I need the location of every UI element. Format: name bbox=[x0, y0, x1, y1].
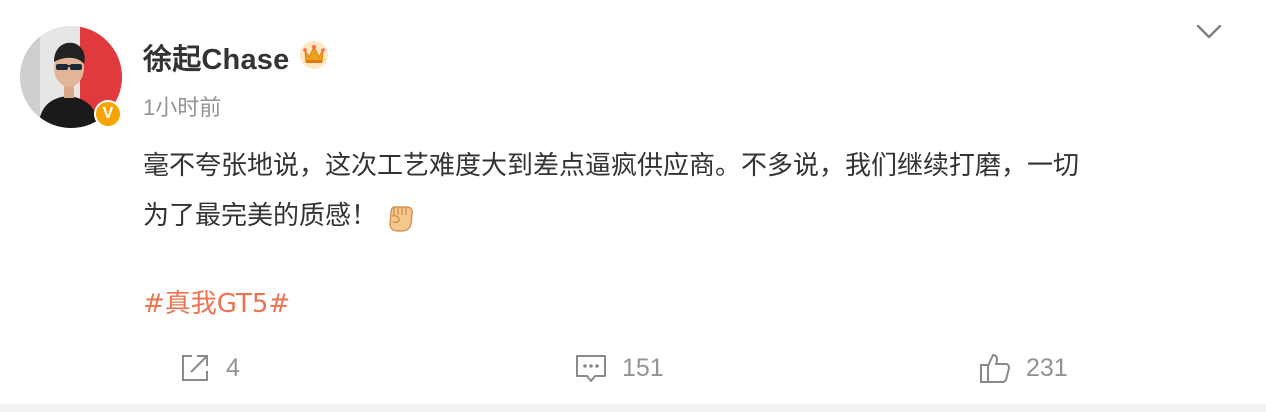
comment-icon bbox=[576, 355, 606, 382]
post-text-line: 毫不夸张地说，这次工艺难度大到差点逼疯供应商。不多说，我们继续打磨，一切 bbox=[143, 151, 1080, 181]
chevron-down-icon[interactable] bbox=[1194, 20, 1224, 44]
repost-button[interactable]: 4 bbox=[178, 348, 240, 388]
comment-button[interactable]: 151 bbox=[574, 348, 664, 388]
post-text-line-content: 为了最完美的质感！ bbox=[143, 201, 378, 231]
comment-count: 151 bbox=[622, 353, 664, 382]
crown-icon[interactable] bbox=[298, 38, 330, 70]
verified-icon: V bbox=[94, 100, 122, 128]
post-text-line: 为了最完美的质感！ bbox=[143, 191, 1233, 241]
hashtag-link[interactable]: #真我GT5# bbox=[143, 283, 290, 320]
like-button[interactable]: 231 bbox=[978, 348, 1068, 388]
author-name[interactable]: 徐起Chase bbox=[143, 36, 289, 78]
verified-badge-mark: V bbox=[96, 102, 120, 126]
repost-icon bbox=[182, 355, 208, 381]
like-icon bbox=[980, 354, 1010, 383]
card-separator bbox=[0, 404, 1266, 412]
fist-emoji bbox=[389, 205, 413, 232]
weibo-post-card: V 徐起Chase 1小时前 毫不夸张地说，这次工艺难度大到差点逼疯供应商。不多… bbox=[0, 0, 1266, 412]
repost-count: 4 bbox=[226, 353, 240, 382]
like-count: 231 bbox=[1026, 353, 1068, 382]
post-text: 毫不夸张地说，这次工艺难度大到差点逼疯供应商。不多说，我们继续打磨，一切 为了最… bbox=[143, 141, 1233, 241]
post-timestamp[interactable]: 1小时前 bbox=[143, 90, 221, 122]
